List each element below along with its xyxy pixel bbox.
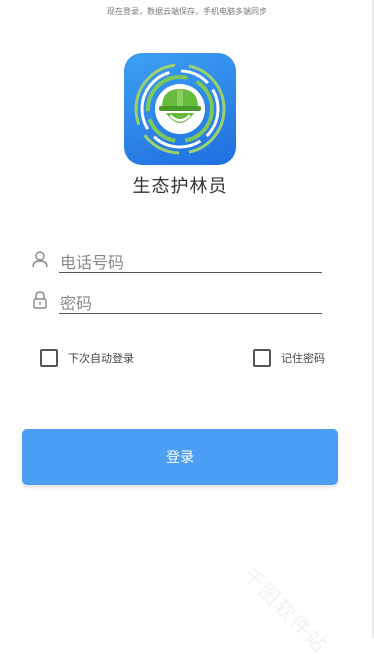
app-name-title: 生态护林员	[132, 176, 228, 197]
password-underline	[59, 313, 322, 314]
app-logo-icon	[124, 53, 236, 165]
phone-placeholder: 电话号码	[60, 253, 125, 272]
password-field[interactable]: 密码	[30, 284, 322, 314]
auto-login-option[interactable]: 下次自动登录	[40, 346, 134, 370]
login-hint-text: 现在登录，数据云端保存，手机电脑多端同步	[107, 7, 267, 16]
watermark-text: 千图软件站	[238, 562, 333, 658]
remember-password-label: 记住密码	[281, 352, 325, 365]
phone-field[interactable]: 电话号码	[30, 243, 322, 273]
user-icon	[30, 249, 50, 269]
auto-login-label: 下次自动登录	[68, 352, 134, 365]
password-placeholder: 密码	[60, 294, 93, 313]
remember-password-option[interactable]: 记住密码	[253, 346, 325, 370]
login-button[interactable]: 登录	[22, 429, 338, 485]
remember-password-checkbox[interactable]	[253, 349, 271, 367]
auto-login-checkbox[interactable]	[40, 349, 58, 367]
lock-icon	[30, 290, 50, 310]
phone-underline	[59, 272, 322, 273]
login-button-label: 登录	[166, 450, 194, 466]
